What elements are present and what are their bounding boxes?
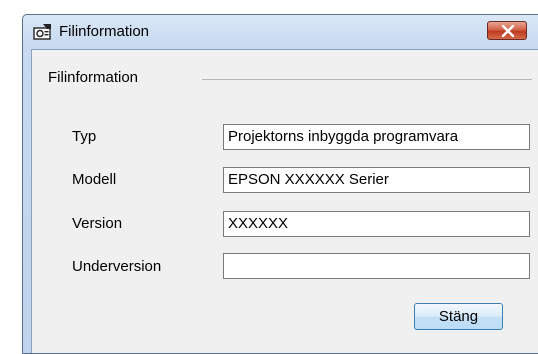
type-field[interactable]: Projektorns inbyggda programvara [223,124,530,150]
version-label: Version [72,215,123,232]
file-information-dialog: Filinformation Filinformation Typ Projek… [22,14,538,354]
group-box-label: Filinformation [48,69,139,86]
subversion-field[interactable] [223,253,530,279]
dialog-client-area: Filinformation Typ Projektorns inbyggda … [31,49,538,353]
window-close-button[interactable] [487,21,527,40]
group-box-divider [202,79,532,80]
model-field[interactable]: EPSON XXXXXX Serier [223,167,530,193]
close-x-icon [501,25,515,37]
title-bar[interactable]: Filinformation [23,15,538,49]
model-label: Modell [72,171,117,188]
subversion-label: Underversion [72,258,162,275]
window-title: Filinformation [59,23,150,40]
type-label: Typ [72,128,97,145]
close-button[interactable]: Stäng [414,303,503,330]
app-icon [33,23,53,41]
version-field[interactable]: XXXXXX [223,211,530,237]
